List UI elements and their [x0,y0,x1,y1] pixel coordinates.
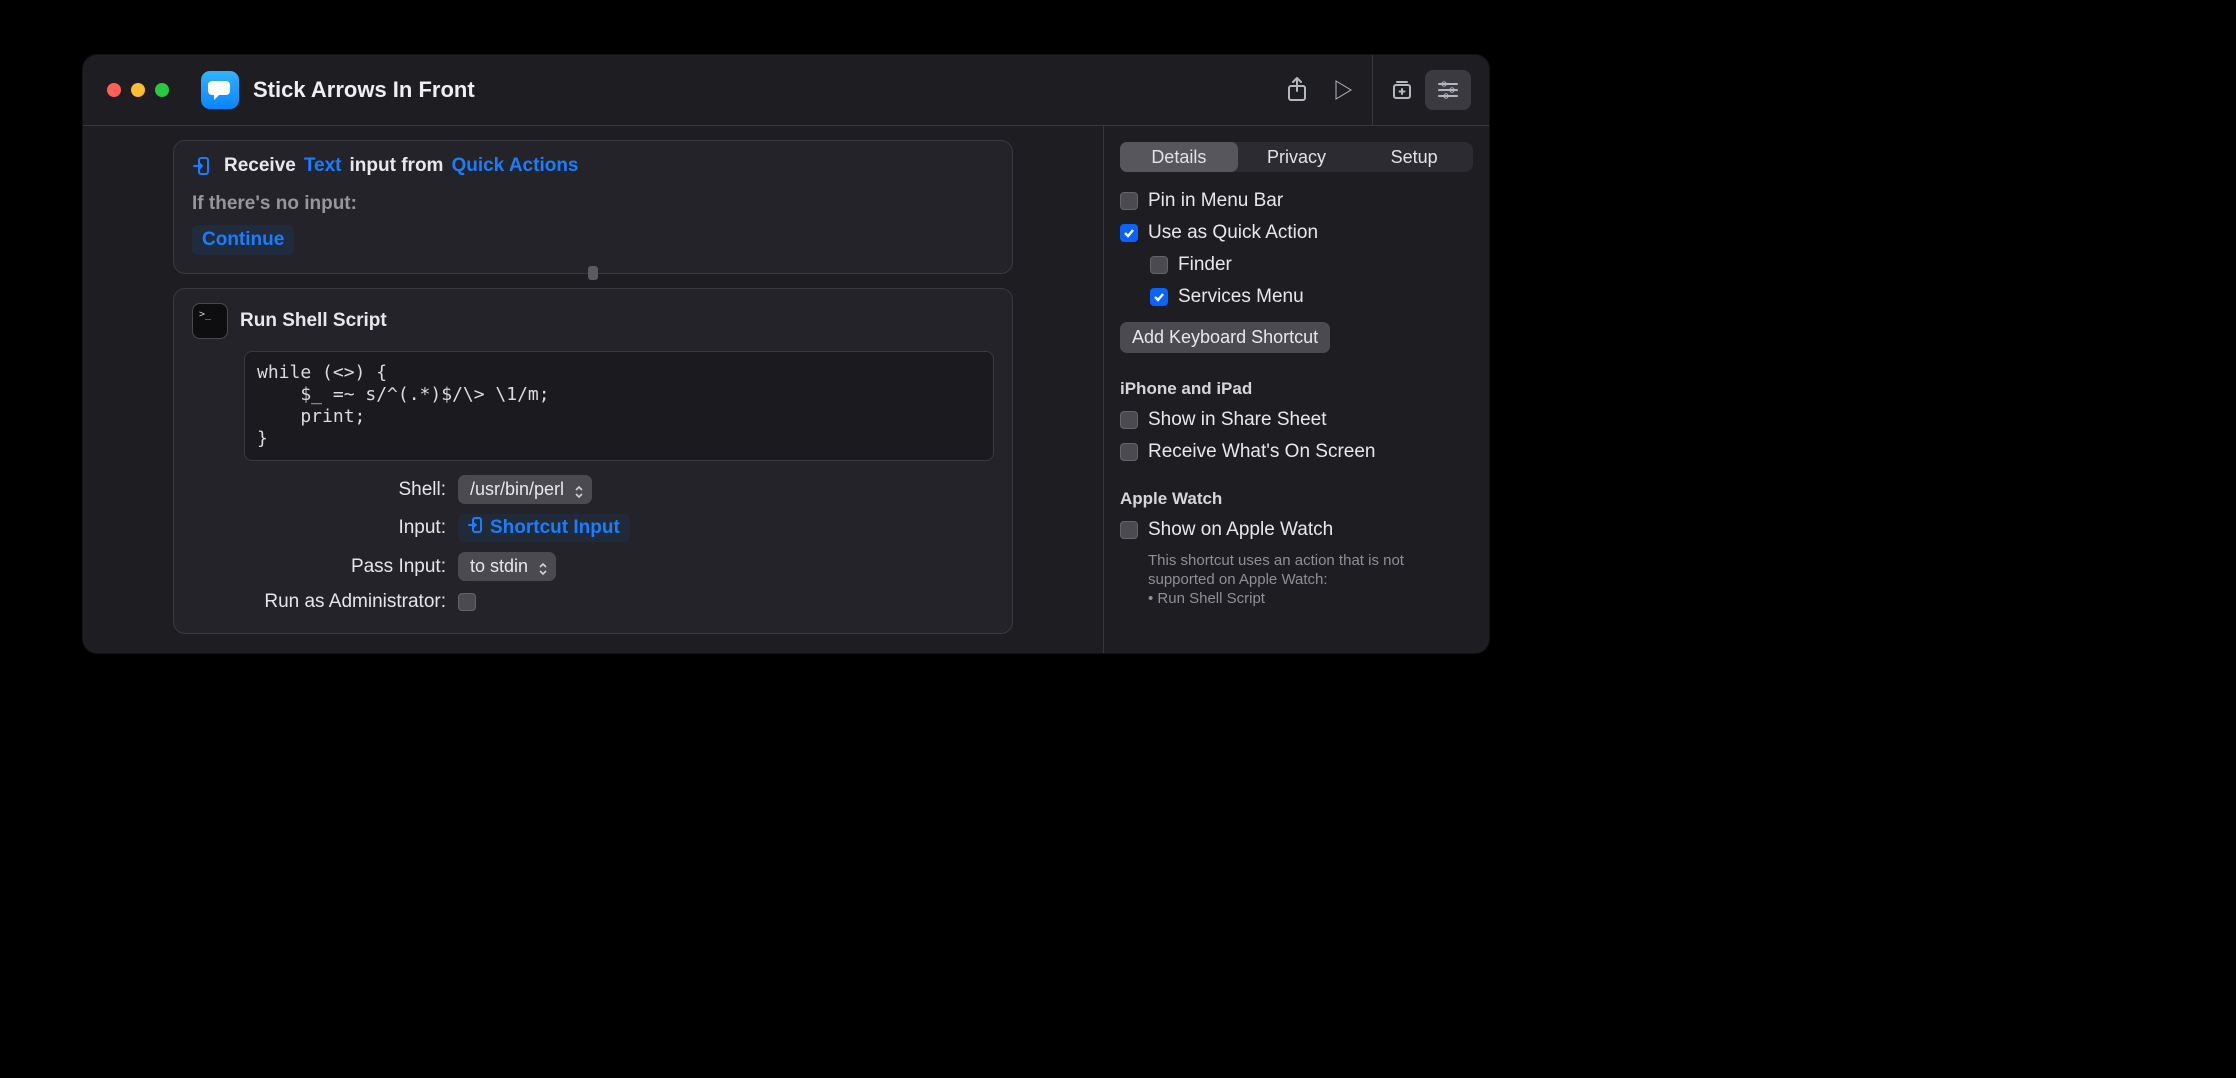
minimize-window-button[interactable] [131,83,145,97]
traffic-lights [107,83,169,97]
no-input-fallback-button[interactable]: Continue [192,225,294,255]
tab-details[interactable]: Details [1120,142,1238,172]
inspector-toggle-button[interactable] [1425,70,1471,110]
input-label: Input: [192,517,458,539]
share-button[interactable] [1274,70,1320,110]
canvas[interactable]: Receive Text input from Quick Actions If… [83,126,1103,653]
terminal-icon: >_ [192,303,228,339]
add-keyboard-shortcut-button[interactable]: Add Keyboard Shortcut [1120,322,1330,353]
shortcut-app-icon [201,71,239,109]
receive-type-link[interactable]: Text [304,155,342,177]
services-menu-label: Services Menu [1178,286,1304,308]
input-icon [192,157,210,175]
run-admin-checkbox[interactable] [458,593,476,611]
chevron-updown-icon [574,483,584,497]
titlebar: Stick Arrows In Front [83,55,1489,126]
chevron-updown-icon [538,560,548,574]
receive-word: Receive [224,155,296,177]
pass-input-select[interactable]: to stdin [458,552,556,581]
run-shell-script-action[interactable]: >_ Run Shell Script while (<>) { $_ =~ s… [173,288,1013,634]
shell-select[interactable]: /usr/bin/perl [458,475,592,504]
shortcut-title[interactable]: Stick Arrows In Front [253,77,475,103]
watch-heading: Apple Watch [1120,489,1473,509]
shell-value: /usr/bin/perl [470,479,564,500]
receive-screen-checkbox[interactable] [1120,443,1138,461]
pin-menubar-label: Pin in Menu Bar [1148,190,1283,212]
receive-input-card[interactable]: Receive Text input from Quick Actions If… [173,140,1013,274]
inspector-tabs: Details Privacy Setup [1120,142,1473,172]
share-sheet-label: Show in Share Sheet [1148,409,1327,431]
library-toggle-button[interactable] [1379,70,1425,110]
share-sheet-checkbox[interactable] [1120,411,1138,429]
inspector-sidebar: Details Privacy Setup Pin in Menu Bar Us… [1103,126,1489,653]
zoom-window-button[interactable] [155,83,169,97]
input-icon [468,517,482,539]
quick-action-label: Use as Quick Action [1148,222,1318,244]
input-token[interactable]: Shortcut Input [458,514,630,542]
pin-menubar-checkbox[interactable] [1120,192,1138,210]
pass-input-label: Pass Input: [192,556,458,578]
pass-input-value: to stdin [470,556,528,577]
connection-notch [588,266,598,280]
ios-heading: iPhone and iPad [1120,379,1473,399]
show-watch-label: Show on Apple Watch [1148,519,1333,541]
run-button[interactable] [1320,70,1366,110]
watch-note: This shortcut uses an action that is not… [1148,551,1473,608]
tab-setup[interactable]: Setup [1355,142,1473,172]
script-text-field[interactable]: while (<>) { $_ =~ s/^(.*)$/\> \1/m; pri… [244,351,994,461]
receive-source-link[interactable]: Quick Actions [451,155,578,177]
quick-action-checkbox[interactable] [1120,224,1138,242]
finder-checkbox[interactable] [1150,256,1168,274]
finder-label: Finder [1178,254,1232,276]
show-watch-checkbox[interactable] [1120,521,1138,539]
services-menu-checkbox[interactable] [1150,288,1168,306]
input-token-label: Shortcut Input [490,517,620,539]
receive-from-word: input from [350,155,444,177]
action-title: Run Shell Script [240,310,387,332]
run-admin-label: Run as Administrator: [192,591,458,613]
tab-privacy[interactable]: Privacy [1238,142,1356,172]
no-input-label: If there's no input: [192,193,994,215]
shell-label: Shell: [192,479,458,501]
shortcuts-editor-window: Stick Arrows In Front Receive T [83,55,1489,653]
toolbar-divider [1372,55,1373,126]
receive-screen-label: Receive What's On Screen [1148,441,1376,463]
close-window-button[interactable] [107,83,121,97]
